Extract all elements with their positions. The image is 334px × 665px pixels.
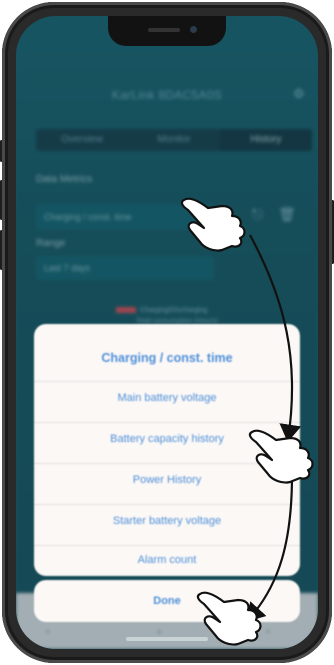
phone-screen: KarLink 8DAC5A0S ⚙ Overview Monitor Hist… bbox=[16, 16, 318, 649]
picker-separator bbox=[34, 381, 300, 382]
notch bbox=[108, 16, 226, 46]
picker-option-battery-capacity[interactable]: Battery capacity history bbox=[34, 433, 300, 445]
picker-option-starter-battery[interactable]: Starter battery voltage bbox=[34, 515, 300, 527]
picker-separator bbox=[34, 504, 300, 505]
picker-option-power-history[interactable]: Power History bbox=[34, 474, 300, 486]
picker-option-main-battery[interactable]: Main battery voltage bbox=[34, 392, 300, 404]
speaker-grille bbox=[148, 28, 180, 32]
picker-option-alarm-count[interactable]: Alarm count bbox=[34, 554, 300, 566]
metric-picker: Charging / const. time Main battery volt… bbox=[34, 324, 300, 576]
front-camera bbox=[190, 26, 197, 33]
picker-separator bbox=[34, 463, 300, 464]
phone-frame: KarLink 8DAC5A0S ⚙ Overview Monitor Hist… bbox=[2, 2, 332, 663]
done-button[interactable]: Done bbox=[34, 580, 300, 622]
picker-separator bbox=[34, 422, 300, 423]
home-indicator[interactable] bbox=[126, 637, 208, 641]
picker-option-charging[interactable]: Charging / const. time bbox=[34, 351, 300, 365]
picker-separator bbox=[34, 545, 300, 546]
